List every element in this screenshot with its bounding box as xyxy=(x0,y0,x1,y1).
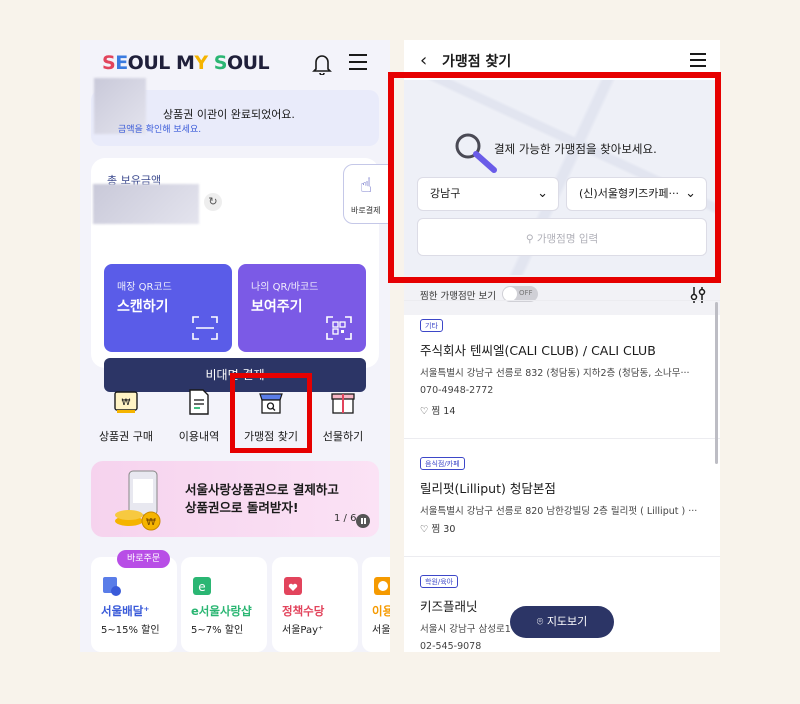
list-scrollbar[interactable] xyxy=(715,302,718,464)
pause-icon[interactable] xyxy=(356,514,370,528)
toggle-state: OFF xyxy=(519,289,533,297)
map-view-button[interactable]: ⌾ 지도보기 xyxy=(510,606,614,638)
home-screen: SEOUL MY SOUL 상품권 이관이 완료되었어요. 금액을 확인해 보세… xyxy=(80,40,390,652)
balance-card: 총 보유금액 ↻ 매장 QR코드 스캔하기 나의 QR/바코드 보여주기 비대면… xyxy=(91,158,379,392)
store-phone: 070-4948-2772 xyxy=(420,385,494,396)
notice-banner[interactable]: 상품권 이관이 완료되었어요. 금액을 확인해 보세요. xyxy=(91,78,379,146)
scan-qr-button[interactable]: 매장 QR코드 스캔하기 xyxy=(104,264,232,352)
service-policy-allowance[interactable]: 정책수당 서울Pay⁺ xyxy=(272,557,358,652)
qr-code-icon xyxy=(326,316,352,340)
scan-sub-label: 매장 QR코드 xyxy=(117,282,172,293)
coin-icon xyxy=(374,577,390,595)
document-icon xyxy=(189,389,209,415)
order-now-badge: 바로주문 xyxy=(117,550,171,568)
store-address: 서울특별시 강남구 선릉로 820 남한강빌딩 2층 릴리펏 ( Lillipu… xyxy=(420,506,698,517)
service-name: 서울배달⁺ xyxy=(101,604,150,618)
phone-coins-illustration: ₩ xyxy=(115,470,161,531)
delivery-icon xyxy=(103,577,121,596)
notice-link[interactable]: 금액을 확인해 보세요. xyxy=(118,122,201,135)
service-name: e서울사랑샵 xyxy=(191,604,252,618)
store-name: 주식회사 텐씨엘(CALI CLUB) / CALI CLUB xyxy=(420,343,656,358)
banner-page-indicator: 1 / 6 xyxy=(334,513,357,524)
hamburger-menu-icon[interactable] xyxy=(690,53,706,71)
quick-pay-label: 바로결제 xyxy=(351,206,381,215)
quick-menu-buy-voucher[interactable]: ₩ 상품권 구매 xyxy=(88,380,164,452)
highlight-find-store-menu xyxy=(230,373,312,453)
store-category-tag: 학원/육아 xyxy=(420,575,459,588)
service-name: 이용 xyxy=(372,604,390,618)
like-count: 찜 30 xyxy=(431,524,456,535)
promo-line-1: 서울사랑상품권으로 결제하고 xyxy=(185,482,339,497)
seoul-my-soul-logo: SEOUL MY SOUL xyxy=(102,52,270,74)
store-address: 서울특별시 강남구 선릉로 832 (청담동) 지하2층 (청담동, 소나무··… xyxy=(420,368,690,379)
svg-text:e: e xyxy=(198,580,205,594)
show-sub-label: 나의 QR/바코드 xyxy=(251,282,319,293)
promo-banner[interactable]: ₩ 서울사랑상품권으로 결제하고상품권으로 돌려받자! 1 / 6 xyxy=(91,461,379,537)
show-title: 보여주기 xyxy=(251,299,303,315)
service-desc: 서울Pay⁺ xyxy=(282,625,324,636)
quick-menu-history[interactable]: 이용내역 xyxy=(161,380,237,452)
bell-icon[interactable] xyxy=(312,53,332,75)
promo-line-2: 상품권으로 돌려받자! xyxy=(185,500,299,515)
service-partial[interactable]: 이용 서울 xyxy=(362,557,390,652)
toggle-knob xyxy=(503,287,517,301)
store-category-tag: 기타 xyxy=(420,319,443,332)
promo-text: 서울사랑상품권으로 결제하고상품권으로 돌려받자! xyxy=(185,481,339,517)
service-desc: 서울 xyxy=(372,625,390,636)
scan-title: 스캔하기 xyxy=(117,299,169,315)
hamburger-menu-icon[interactable] xyxy=(349,54,367,70)
service-desc: 5~15% 할인 xyxy=(101,625,160,636)
quick-menu-gift[interactable]: 선물하기 xyxy=(305,380,381,452)
map-view-label: 지도보기 xyxy=(546,615,588,628)
blurred-balance-amount xyxy=(93,184,199,224)
calendar-heart-icon xyxy=(284,577,302,595)
service-seoul-delivery[interactable]: 서울배달⁺ 5~15% 할인 xyxy=(91,557,177,652)
store-category-tag: 음식점/카페 xyxy=(420,457,465,470)
heart-icon: ♡ xyxy=(420,406,432,417)
page-title: 가맹점 찾기 xyxy=(442,54,512,70)
svg-text:₩: ₩ xyxy=(122,398,131,408)
gift-icon xyxy=(331,393,355,414)
location-pin-icon: ⌾ xyxy=(536,615,547,628)
quick-menu-label: 이용내역 xyxy=(178,430,220,443)
show-qr-button[interactable]: 나의 QR/바코드 보여주기 xyxy=(238,264,366,352)
service-desc: 5~7% 할인 xyxy=(191,625,244,636)
scan-frame-icon xyxy=(192,316,218,340)
service-name: 정책수당 xyxy=(282,604,325,618)
refresh-icon[interactable]: ↻ xyxy=(204,193,222,211)
store-phone: 02-545-9078 xyxy=(420,641,482,652)
store-list: 기타 주식회사 텐씨엘(CALI CLUB) / CALI CLUB 서울특별시… xyxy=(404,300,720,652)
voucher-icon: ₩ xyxy=(114,391,138,413)
heart-icon: ♡ xyxy=(420,524,432,535)
like-count: 찜 14 xyxy=(431,406,456,417)
e-shop-icon: e xyxy=(193,577,211,595)
highlight-search-panel xyxy=(388,72,721,283)
hand-tap-icon: ☝ xyxy=(360,173,373,197)
service-e-seoul-shop[interactable]: e e서울사랑샵 5~7% 할인 xyxy=(181,557,267,652)
store-name: 릴리펏(Lilliput) 청담본점 xyxy=(420,481,556,496)
quick-menu-label: 선물하기 xyxy=(322,430,364,443)
notice-message: 상품권 이관이 완료되었어요. xyxy=(163,108,295,121)
quick-menu-label: 상품권 구매 xyxy=(98,430,154,443)
store-like[interactable]: ♡ 찜 30 xyxy=(420,521,455,535)
store-list-item[interactable]: 음식점/카페 릴리펏(Lilliput) 청담본점 서울특별시 강남구 선릉로 … xyxy=(404,438,720,556)
svg-text:₩: ₩ xyxy=(146,517,156,528)
store-name: 키즈플래닛 xyxy=(420,599,478,614)
back-arrow-icon[interactable]: ‹ xyxy=(420,50,427,71)
quick-pay-button[interactable]: ☝ 바로결제 xyxy=(343,164,390,224)
store-list-item[interactable]: 기타 주식회사 텐씨엘(CALI CLUB) / CALI CLUB 서울특별시… xyxy=(404,300,720,438)
store-like[interactable]: ♡ 찜 14 xyxy=(420,403,455,417)
